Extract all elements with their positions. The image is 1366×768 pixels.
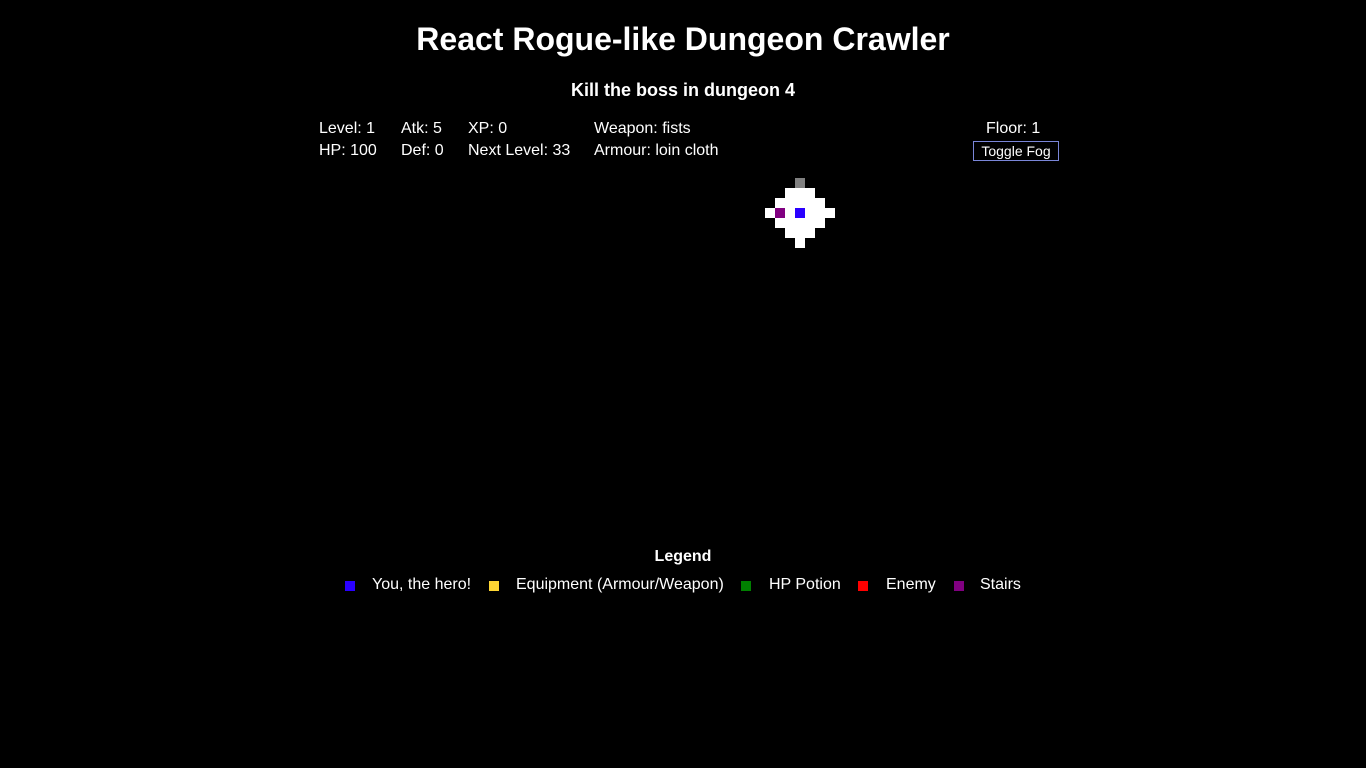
floor-tile bbox=[775, 198, 825, 208]
legend-label: Stairs bbox=[980, 576, 1021, 593]
stat-hp: HP: 100 bbox=[319, 142, 377, 159]
hero-tile bbox=[795, 208, 805, 218]
toggle-fog-button[interactable]: Toggle Fog bbox=[973, 141, 1059, 161]
floor-tile bbox=[795, 238, 805, 248]
stat-weapon: Weapon: fists bbox=[594, 120, 691, 137]
enemy-swatch-icon bbox=[858, 581, 868, 591]
floor-tile bbox=[785, 228, 815, 238]
stat-level: Level: 1 bbox=[319, 120, 376, 137]
stat-atk: Atk: 5 bbox=[401, 120, 442, 137]
stat-next-level: Next Level: 33 bbox=[468, 142, 571, 159]
floor-tile bbox=[775, 218, 825, 228]
stat-xp: XP: 0 bbox=[468, 120, 508, 137]
wall-tile bbox=[795, 178, 805, 188]
floor-tile bbox=[785, 188, 815, 198]
objective-text: Kill the boss in dungeon 4 bbox=[570, 80, 795, 100]
legend-label: HP Potion bbox=[769, 576, 841, 593]
floor-indicator: Floor: 1 bbox=[986, 120, 1041, 137]
page-title: React Rogue-like Dungeon Crawler bbox=[416, 21, 950, 57]
hero-swatch-icon bbox=[345, 581, 355, 591]
stat-armour: Armour: loin cloth bbox=[594, 142, 719, 159]
stairs-swatch-icon bbox=[954, 581, 964, 591]
stairs-tile bbox=[775, 208, 785, 218]
floor-tile bbox=[765, 208, 835, 218]
potion-swatch-icon bbox=[741, 581, 751, 591]
stat-def: Def: 0 bbox=[401, 142, 444, 159]
legend-label: Enemy bbox=[886, 576, 936, 593]
equipment-swatch-icon bbox=[489, 581, 499, 591]
legend-label: Equipment (Armour/Weapon) bbox=[516, 576, 724, 593]
legend-title: Legend bbox=[654, 548, 712, 565]
legend-label: You, the hero! bbox=[372, 576, 472, 593]
dungeon-map bbox=[0, 0, 1366, 768]
